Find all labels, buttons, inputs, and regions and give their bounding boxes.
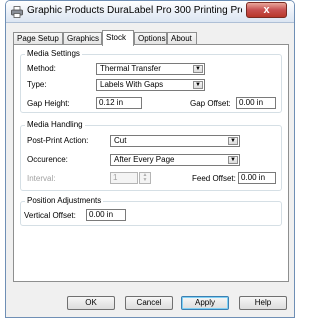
method-dropdown[interactable]: Thermal Transfer ▼ <box>96 63 205 75</box>
post-print-action-label: Post-Print Action: <box>27 136 89 145</box>
media-handling-group: Media Handling Post-Print Action: Cut ▼ … <box>20 120 282 191</box>
feed-offset-label: Feed Offset: <box>192 174 236 183</box>
gap-offset-field[interactable]: 0.00 in <box>236 97 276 109</box>
help-button[interactable]: Help <box>239 296 287 310</box>
tab-stock[interactable]: Stock <box>102 30 134 46</box>
chevron-down-icon[interactable]: ▼ <box>193 65 203 73</box>
ok-button[interactable]: OK <box>67 296 115 310</box>
vertical-offset-label: Vertical Offset: <box>24 211 76 220</box>
occurrence-value: After Every Page <box>114 155 175 164</box>
gap-height-field[interactable]: 0.12 in <box>96 97 142 109</box>
printer-icon <box>11 6 23 18</box>
media-settings-title: Media Settings <box>25 49 82 59</box>
interval-label: Interval: <box>27 174 56 183</box>
type-dropdown[interactable]: Labels With Gaps ▼ <box>96 79 205 91</box>
position-adjustments-group: Position Adjustments Vertical Offset: 0.… <box>20 196 282 226</box>
post-print-action-dropdown[interactable]: Cut ▼ <box>110 135 240 147</box>
cancel-button[interactable]: Cancel <box>125 296 173 310</box>
stock-tab-panel: Media Settings Method: Thermal Transfer … <box>13 44 289 282</box>
printing-preferences-dialog: Graphic Products DuraLabel Pro 300 Print… <box>5 0 295 318</box>
gap-height-label: Gap Height: <box>27 99 70 108</box>
method-label: Method: <box>27 64 56 73</box>
close-icon: x <box>263 4 270 16</box>
method-value: Thermal Transfer <box>100 64 161 73</box>
type-label: Type: <box>27 80 47 89</box>
occurrence-label: Occurence: <box>27 155 68 164</box>
occurrence-dropdown[interactable]: After Every Page ▼ <box>110 154 240 166</box>
chevron-down-icon[interactable]: ▼ <box>228 156 238 164</box>
vertical-offset-field[interactable]: 0.00 in <box>86 209 126 221</box>
media-settings-group: Media Settings Method: Thermal Transfer … <box>20 49 282 113</box>
title-bar[interactable]: Graphic Products DuraLabel Pro 300 Print… <box>6 1 294 23</box>
spin-down-icon[interactable]: ▼ <box>140 178 150 183</box>
position-adjustments-title: Position Adjustments <box>25 196 104 206</box>
interval-spinner[interactable]: ▲ ▼ <box>139 172 151 184</box>
interval-field[interactable]: 1 <box>110 172 138 184</box>
close-button[interactable]: x <box>246 2 287 18</box>
chevron-down-icon[interactable]: ▼ <box>193 81 203 89</box>
post-print-action-value: Cut <box>114 136 127 145</box>
apply-button[interactable]: Apply <box>181 296 229 310</box>
chevron-down-icon[interactable]: ▼ <box>228 137 238 145</box>
window-title: Graphic Products DuraLabel Pro 300 Print… <box>27 5 242 16</box>
feed-offset-field[interactable]: 0.00 in <box>238 172 276 184</box>
type-value: Labels With Gaps <box>100 80 164 89</box>
media-handling-title: Media Handling <box>25 120 85 130</box>
gap-offset-label: Gap Offset: <box>190 99 231 108</box>
